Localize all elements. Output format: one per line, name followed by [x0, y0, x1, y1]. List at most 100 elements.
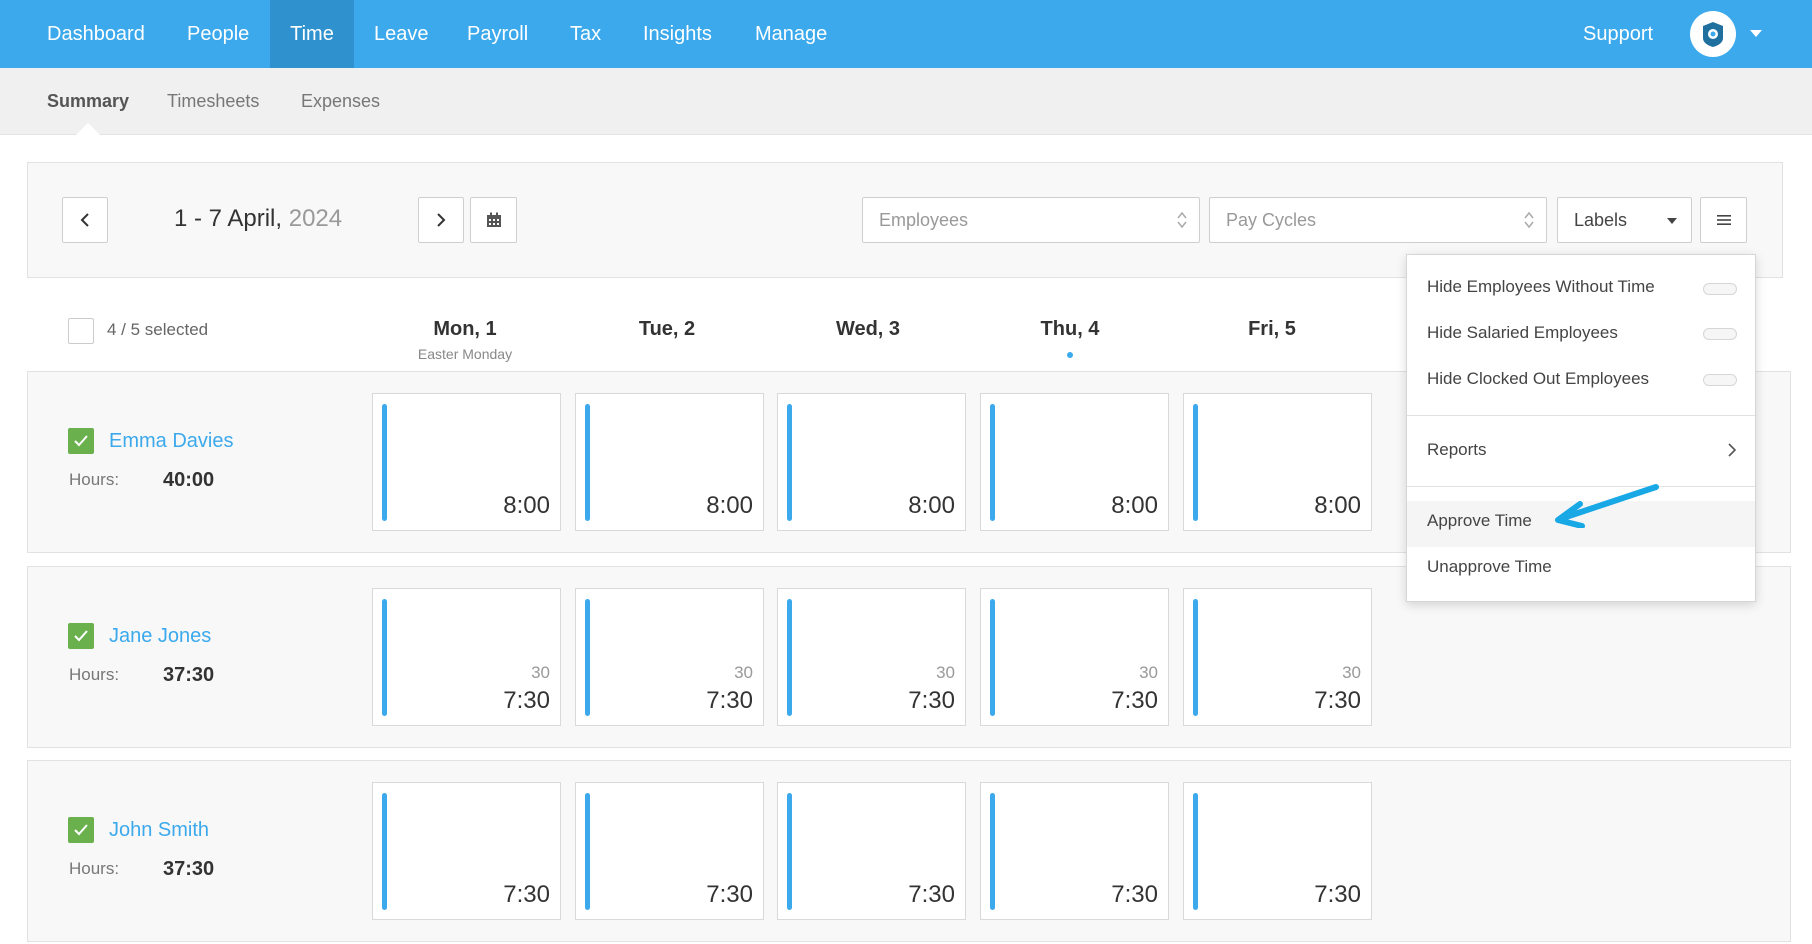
time-cell[interactable]: 7:30	[372, 782, 561, 920]
time-bar	[1193, 404, 1198, 521]
time-cell[interactable]: 30 7:30	[777, 588, 966, 726]
nav-dashboard[interactable]: Dashboard	[47, 0, 145, 68]
toggle-hide-salaried[interactable]	[1703, 328, 1737, 340]
selected-count: 4 / 5 selected	[107, 320, 209, 339]
time-value: 8:00	[1111, 492, 1158, 519]
time-cell[interactable]: 7:30	[980, 782, 1169, 920]
employee-checkbox[interactable]	[68, 428, 94, 454]
employees-placeholder: Employees	[879, 210, 969, 230]
hours-value: 37:30	[163, 664, 215, 686]
day-header-mon: Mon, 1	[433, 318, 497, 340]
time-cell[interactable]: 30 7:30	[1183, 588, 1372, 726]
annotation-arrow-icon	[1555, 484, 1659, 528]
time-cell[interactable]: 30 7:30	[980, 588, 1169, 726]
time-cell[interactable]: 7:30	[777, 782, 966, 920]
break-value: 30	[1342, 663, 1361, 682]
time-value: 7:30	[1111, 687, 1158, 714]
time-bar	[382, 599, 387, 716]
time-cell[interactable]: 8:00	[980, 393, 1169, 531]
time-bar	[1193, 599, 1198, 716]
day-header-thu: Thu, 4	[1040, 318, 1100, 340]
hamburger-icon	[1716, 215, 1731, 225]
menu-item-label: Unapprove Time	[1427, 557, 1552, 576]
employee-checkbox[interactable]	[68, 623, 94, 649]
employee-name[interactable]: Jane Jones	[109, 625, 211, 648]
time-value: 8:00	[706, 492, 753, 519]
time-bar	[787, 793, 792, 910]
calendar-button[interactable]	[470, 197, 517, 243]
day-header-tue: Tue, 2	[638, 318, 696, 340]
sub-nav: Summary Timesheets Expenses	[0, 68, 1812, 135]
menu-button[interactable]	[1700, 197, 1747, 243]
time-cell[interactable]: 8:00	[777, 393, 966, 531]
time-cell[interactable]: 8:00	[1183, 393, 1372, 531]
time-bar	[382, 793, 387, 910]
employee-checkbox[interactable]	[68, 817, 94, 843]
menu-item-label: Hide Clocked Out Employees	[1427, 369, 1650, 388]
time-cell[interactable]: 8:00	[372, 393, 561, 531]
check-icon	[74, 824, 88, 836]
avatar[interactable]	[1690, 11, 1736, 57]
pay-cycles-select[interactable]: Pay Cycles	[1209, 197, 1547, 243]
time-bar	[382, 404, 387, 521]
toggle-hide-without-time[interactable]	[1703, 283, 1737, 295]
menu-divider	[1407, 415, 1755, 416]
updown-icon	[1524, 211, 1534, 229]
time-cell[interactable]: 8:00	[575, 393, 764, 531]
employee-name[interactable]: Emma Davies	[109, 430, 233, 453]
break-value: 30	[531, 663, 550, 682]
employee-name[interactable]: John Smith	[109, 819, 209, 842]
menu-item-label: Hide Employees Without Time	[1427, 277, 1655, 296]
support-link[interactable]: Support	[1583, 0, 1653, 68]
top-nav: Dashboard People Time Leave Payroll Tax …	[0, 0, 1812, 68]
prev-week-button[interactable]	[62, 197, 108, 243]
chevron-right-icon	[1728, 443, 1737, 457]
pay-cycles-placeholder: Pay Cycles	[1226, 210, 1317, 230]
next-week-button[interactable]	[418, 197, 464, 243]
nav-leave[interactable]: Leave	[374, 0, 429, 68]
time-value: 8:00	[503, 492, 550, 519]
company-logo-icon	[1703, 22, 1723, 47]
hours-value: 40:00	[163, 469, 215, 491]
menu-item-unapprove-time[interactable]: Unapprove Time	[1407, 557, 1755, 577]
time-value: 7:30	[1111, 881, 1158, 908]
date-range-year: 2024	[288, 205, 343, 232]
date-range-title: 1 - 7 April, 2024	[174, 205, 342, 233]
menu-item-label: Hide Salaried Employees	[1427, 323, 1618, 342]
time-bar	[787, 404, 792, 521]
toggle-hide-clocked-out[interactable]	[1703, 374, 1737, 386]
date-range-label: 1 - 7 April,	[174, 205, 283, 232]
time-value: 7:30	[503, 881, 550, 908]
time-cell[interactable]: 7:30	[575, 782, 764, 920]
menu-item-reports[interactable]: Reports	[1407, 440, 1755, 460]
break-value: 30	[1139, 663, 1158, 682]
time-value: 8:00	[908, 492, 955, 519]
day-subtitle-mon: Easter Monday	[417, 346, 513, 362]
menu-item-label: Approve Time	[1427, 511, 1532, 530]
chevron-left-icon	[80, 213, 89, 227]
nav-tax[interactable]: Tax	[570, 0, 601, 68]
time-cell[interactable]: 7:30	[1183, 782, 1372, 920]
calendar-icon	[486, 212, 501, 227]
time-cell[interactable]: 30 7:30	[372, 588, 561, 726]
break-value: 30	[734, 663, 753, 682]
nav-manage[interactable]: Manage	[755, 0, 827, 68]
time-cell[interactable]: 30 7:30	[575, 588, 764, 726]
chevron-down-icon[interactable]	[1750, 30, 1762, 37]
nav-time[interactable]: Time	[270, 0, 354, 68]
labels-dropdown[interactable]: Labels	[1557, 197, 1692, 243]
tab-timesheets[interactable]: Timesheets	[167, 68, 259, 135]
time-bar	[585, 793, 590, 910]
time-bar	[585, 599, 590, 716]
tab-expenses[interactable]: Expenses	[301, 68, 380, 135]
nav-people[interactable]: People	[187, 0, 249, 68]
time-value: 7:30	[706, 881, 753, 908]
updown-icon	[1177, 211, 1187, 229]
menu-item-label: Reports	[1427, 440, 1487, 459]
nav-insights[interactable]: Insights	[643, 0, 712, 68]
nav-payroll[interactable]: Payroll	[467, 0, 528, 68]
employees-select[interactable]: Employees	[862, 197, 1200, 243]
time-bar	[990, 793, 995, 910]
today-indicator	[1067, 352, 1073, 358]
select-all-checkbox[interactable]	[68, 318, 94, 344]
